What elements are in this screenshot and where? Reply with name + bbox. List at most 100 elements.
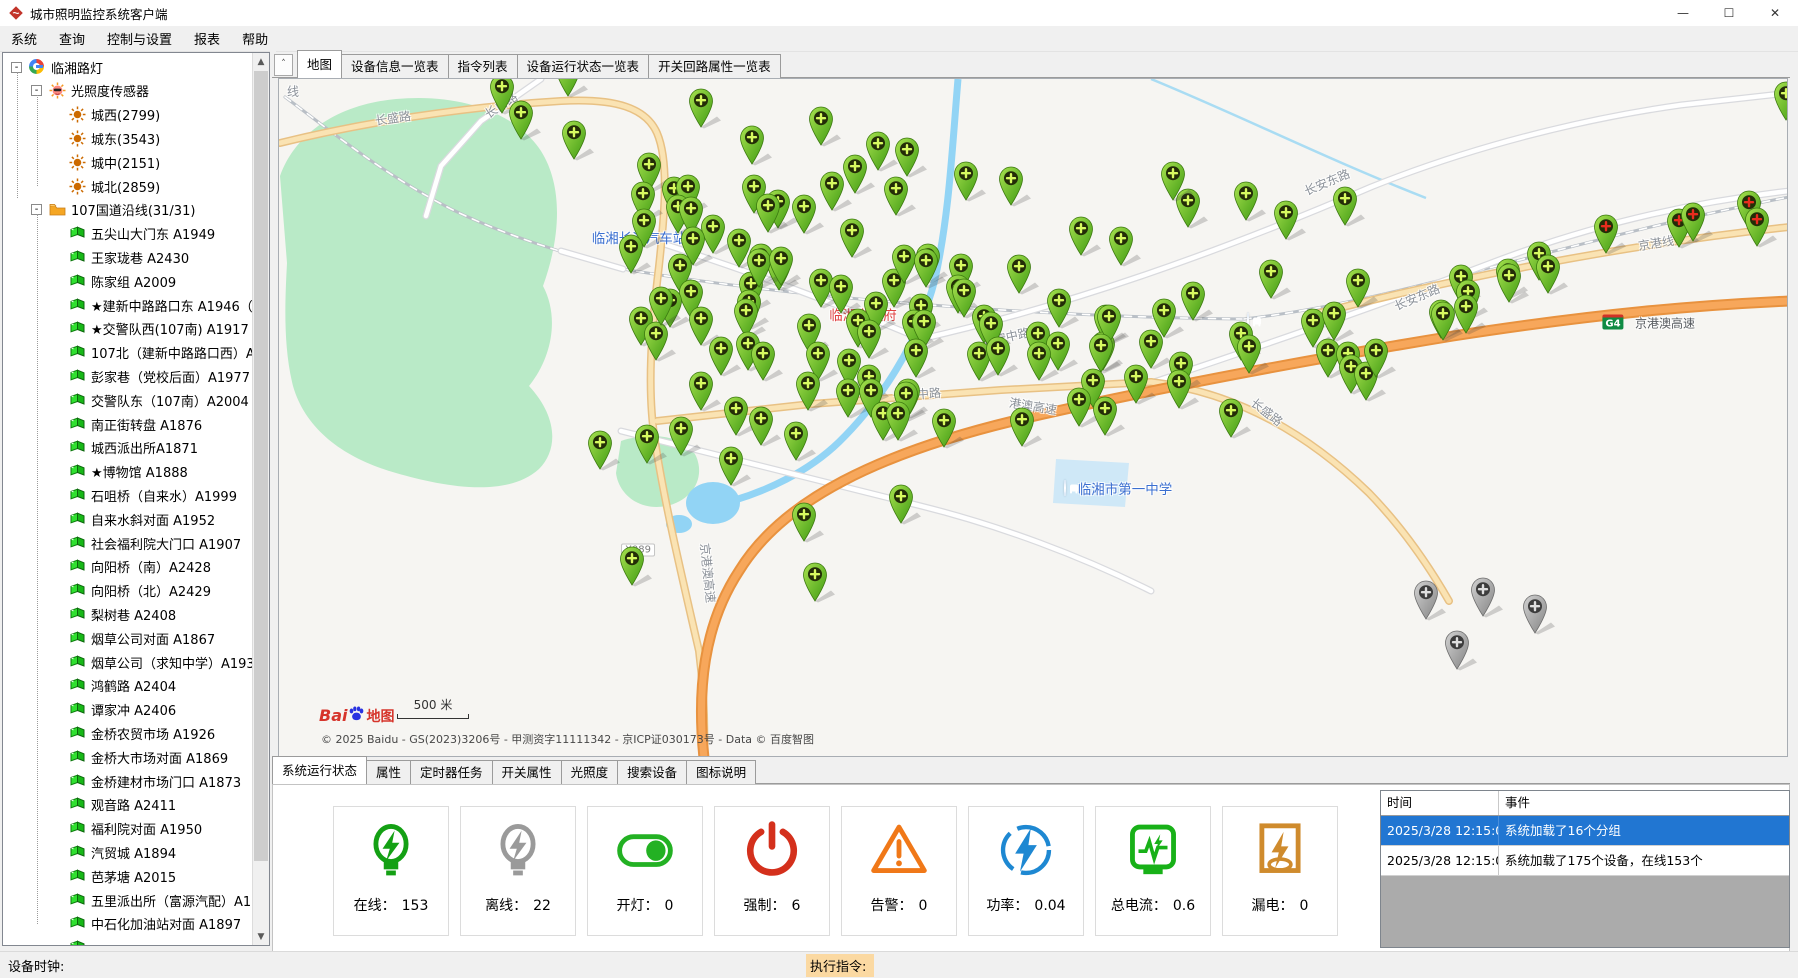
lamp-marker-online-icon[interactable] [561,119,597,161]
event-log-row[interactable]: 2025/3/28 12:15:08系统加载了16个分组 [1381,816,1789,846]
column-header-time[interactable]: 时间 [1381,791,1499,815]
tree-item-device[interactable]: 城西(2799) [3,103,252,127]
panel-tab-图标说明[interactable]: 图标说明 [686,760,756,784]
panel-tab-系统运行状态[interactable]: 系统运行状态 [272,756,367,784]
lamp-marker-online-icon[interactable] [1535,253,1571,295]
menu-item-控制与设置[interactable]: 控制与设置 [96,26,183,51]
tree-item-group[interactable]: -临湘路灯 [3,55,252,79]
map-view[interactable]: 线长白路长盛路临湘长途汽车站临湘市政府长安东路长安东路长安中路长盛中路港澳高速长… [278,78,1788,757]
lamp-marker-online-icon[interactable] [718,445,754,487]
lamp-marker-online-icon[interactable] [1453,293,1489,335]
tab-开关回路属性一览表[interactable]: 开关回路属性一览表 [648,54,781,78]
menu-item-查询[interactable]: 查询 [48,26,96,51]
lamp-marker-online-icon[interactable] [783,420,819,462]
lamp-marker-offline-icon[interactable] [1522,593,1558,635]
lamp-marker-online-icon[interactable] [1006,253,1042,295]
tree-item-device[interactable]: 烟草公司对面 A1867 [3,626,252,650]
close-button[interactable]: ✕ [1752,0,1798,26]
tree-item-device[interactable]: 鸿鹤路 A2404 [3,674,252,698]
lamp-marker-online-icon[interactable] [931,407,967,449]
lamp-marker-online-icon[interactable] [1123,363,1159,405]
lamp-marker-offline-icon[interactable] [1413,579,1449,621]
tree-item-device[interactable]: ★交警队西(107南) A1917 [3,317,252,341]
tree-item-device[interactable]: 芭茅塘 A2015 [3,864,252,888]
lamp-marker-online-icon[interactable] [1009,406,1045,448]
lamp-marker-online-icon[interactable] [1321,300,1357,342]
tree-item-device[interactable]: 五里派出所（富源汽配）A1874 [3,888,252,912]
lamp-marker-online-icon[interactable] [1236,333,1272,375]
lamp-marker-online-icon[interactable] [1166,368,1202,410]
lamp-marker-online-icon[interactable] [1218,397,1254,439]
lamp-marker-offline-icon[interactable] [1444,629,1480,671]
lamp-marker-online-icon[interactable] [1258,258,1294,300]
tree-item-device[interactable]: 金桥建材市场门口 A1873 [3,769,252,793]
tree-item-device[interactable]: 向阳桥（南）A2428 [3,555,252,579]
tab-设备信息一览表[interactable]: 设备信息一览表 [341,54,449,78]
lamp-marker-online-icon[interactable] [1108,225,1144,267]
tree-item-device[interactable]: 南正街转盘 A1876 [3,412,252,436]
lamp-marker-online-icon[interactable] [1092,395,1128,437]
lamp-marker-online-icon[interactable] [748,405,784,447]
tree-item-device[interactable]: 中石化加油站对面 A1897 [3,912,252,936]
lamp-marker-online-icon[interactable] [998,165,1034,207]
lamp-marker-online-icon[interactable] [808,105,844,147]
tree-item-device[interactable]: 城西派出所A1871 [3,436,252,460]
lamp-marker-online-icon[interactable] [1026,340,1062,382]
tree-item-group[interactable]: -107国道沿线(31/31) [3,198,252,222]
lamp-marker-online-icon[interactable] [913,247,949,289]
panel-tab-搜索设备[interactable]: 搜索设备 [617,760,687,784]
tree-item-device[interactable]: ★博物馆 A1888 [3,460,252,484]
tab-地图[interactable]: 地图 [297,50,342,78]
tree-item-device[interactable]: 社会福利院大门口 A1907 [3,531,252,555]
lamp-marker-online-icon[interactable] [1773,80,1788,122]
menu-item-报表[interactable]: 报表 [183,26,231,51]
lamp-marker-online-icon[interactable] [1363,337,1399,379]
lamp-marker-online-icon[interactable] [618,233,654,275]
lamp-marker-online-icon[interactable] [795,370,831,412]
lamp-marker-online-icon[interactable] [634,423,670,465]
lamp-marker-online-icon[interactable] [648,285,684,327]
lamp-marker-alert-icon[interactable] [1680,201,1716,243]
lamp-marker-online-icon[interactable] [1332,185,1368,227]
lamp-marker-online-icon[interactable] [791,501,827,543]
panel-tab-属性[interactable]: 属性 [366,760,411,784]
lamp-marker-online-icon[interactable] [668,415,704,457]
tree-item-device[interactable]: 福利院对面 A1950 [3,817,252,841]
lamp-marker-online-icon[interactable] [791,193,827,235]
lamp-marker-alert-icon[interactable] [1744,206,1780,248]
tree-item-device[interactable]: 107北（建新中路路口西）A2014 [3,341,252,365]
tree-item-device[interactable] [3,936,252,945]
lamp-marker-online-icon[interactable] [619,545,655,587]
tree-item-device[interactable]: 梨树巷 A2408 [3,602,252,626]
lamp-marker-online-icon[interactable] [1496,262,1532,304]
tree-scrollbar[interactable]: ▲ ▼ [252,53,269,945]
lamp-marker-online-icon[interactable] [1233,180,1269,222]
tab-指令列表[interactable]: 指令列表 [448,54,518,78]
lamp-marker-online-icon[interactable] [888,483,924,525]
event-log-row[interactable]: 2025/3/28 12:15:08系统加载了175个设备，在线153个 [1381,846,1789,876]
tree-item-device[interactable]: 谭家冲 A2406 [3,698,252,722]
tree-item-group[interactable]: -光照度传感器 [3,79,252,103]
tree-item-device[interactable]: 交警队东（107南）A2004 [3,388,252,412]
lamp-marker-online-icon[interactable] [1273,199,1309,241]
tree-item-device[interactable]: 金桥农贸市场 A1926 [3,721,252,745]
tree-item-device[interactable]: 观音路 A2411 [3,793,252,817]
lamp-marker-online-icon[interactable] [953,160,989,202]
lamp-marker-online-icon[interactable] [688,370,724,412]
column-header-event[interactable]: 事件 [1499,791,1789,815]
lamp-marker-online-icon[interactable] [885,400,921,442]
tree-item-device[interactable]: 城东(3543) [3,126,252,150]
lamp-marker-online-icon[interactable] [802,561,838,603]
lamp-marker-online-icon[interactable] [839,217,875,259]
tab-设备运行状态一览表[interactable]: 设备运行状态一览表 [517,54,650,78]
lamp-marker-online-icon[interactable] [739,124,775,166]
tree-item-device[interactable]: 王家珑巷 A2430 [3,245,252,269]
tree-item-device[interactable]: 五尖山大门东 A1949 [3,222,252,246]
scroll-up-arrow-icon[interactable]: ▲ [253,53,269,70]
panel-tab-开关属性[interactable]: 开关属性 [492,760,562,784]
lamp-marker-online-icon[interactable] [1160,160,1196,202]
tree-item-device[interactable]: 金桥大市场对面 A1869 [3,745,252,769]
lamp-marker-online-icon[interactable] [894,136,930,178]
lamp-marker-alert-icon[interactable] [1593,213,1629,255]
lamp-marker-online-icon[interactable] [883,175,919,217]
